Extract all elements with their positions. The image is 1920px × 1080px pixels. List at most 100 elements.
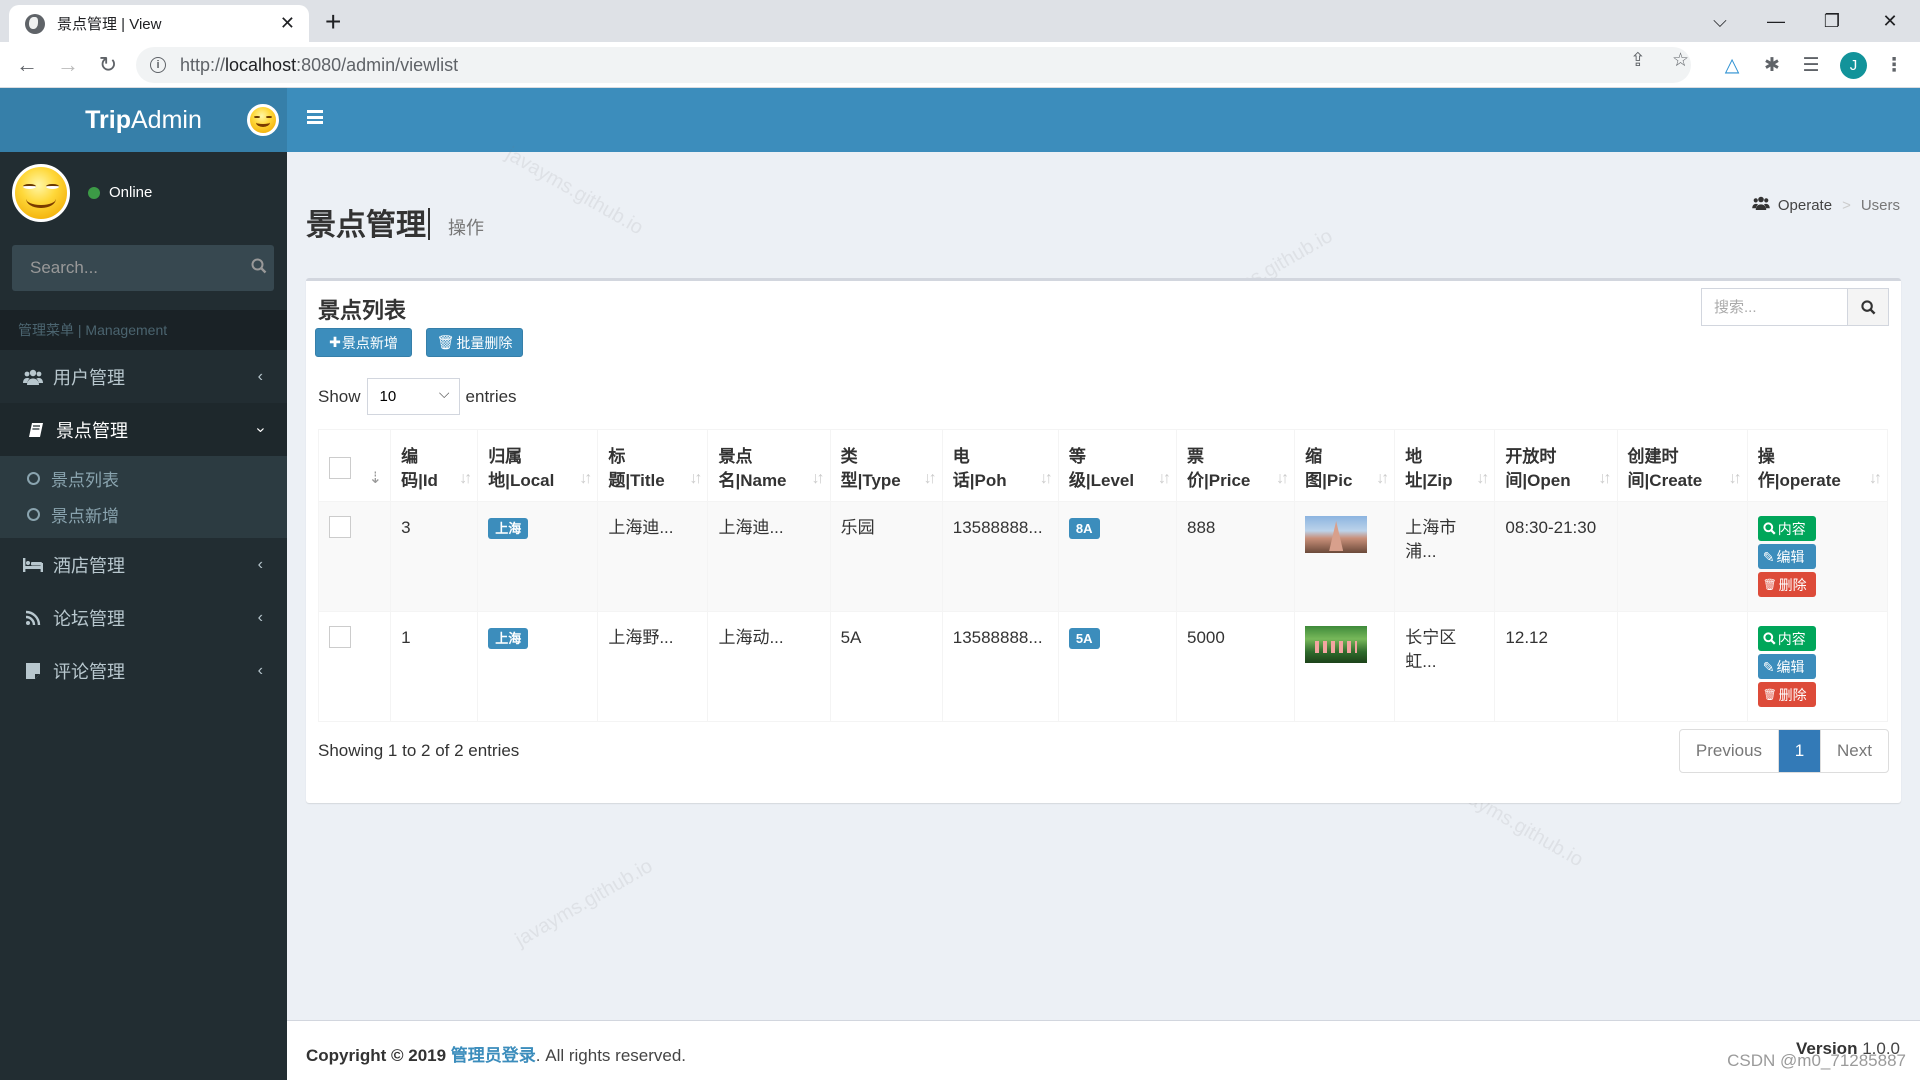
table-row: 1 上海 上海野... 上海动... 5A 13588888... 5A 5000 长宁区 虹..…: [317, 611, 1889, 722]
sort-icon[interactable]: ↓↑: [1599, 467, 1612, 491]
column-header[interactable]: 景点 名|Name ↓↑: [707, 429, 831, 502]
sort-icon[interactable]: ↓↑: [1276, 467, 1289, 491]
trash-icon: 🗑: [1762, 688, 1777, 701]
cell-title: 上海野...: [608, 628, 674, 647]
edit-button[interactable]: ✎ 编辑: [1757, 544, 1816, 569]
profile-avatar[interactable]: J: [1840, 52, 1867, 79]
sort-icon[interactable]: ↓↑: [579, 467, 592, 491]
media-queue-icon[interactable]: ☰: [1798, 52, 1824, 78]
sidebar-menu: 用户管理 ‹ 景点管理 ‹ 景点列表 景点新增 酒店管理 ‹ 论坛管理 ‹ 评论…: [0, 350, 287, 697]
edit-icon: ✎: [1762, 548, 1775, 565]
search-icon[interactable]: [251, 258, 267, 279]
url-text: http://localhost:8080/admin/viewlist: [180, 54, 459, 75]
site-info-icon[interactable]: i: [150, 57, 166, 73]
browser-menu-icon[interactable]: ⋮: [1881, 52, 1907, 78]
sort-icon[interactable]: ⇣: [369, 467, 382, 491]
cell-type: 乐园: [840, 518, 875, 537]
page-length-select[interactable]: 10: [366, 378, 460, 415]
sort-icon[interactable]: ↓↑: [459, 467, 472, 491]
watermark: javayms.github.io: [511, 854, 657, 952]
circle-icon: [27, 471, 40, 485]
table-info: Showing 1 to 2 of 2 entries: [318, 741, 520, 760]
share-icon[interactable]: ⇪: [1630, 49, 1646, 72]
page-1-button[interactable]: 1: [1778, 730, 1821, 772]
restore-button[interactable]: ❐: [1804, 4, 1860, 38]
column-header[interactable]: 电话|Poh ↓↑: [941, 429, 1059, 502]
previous-page-button[interactable]: Previous: [1680, 730, 1778, 772]
select-all-header: ⇣: [317, 429, 392, 502]
breadcrumb-home-link[interactable]: Operate: [1778, 197, 1832, 214]
column-header[interactable]: 类型|Type ↓↑: [829, 429, 943, 502]
thumbnail-image[interactable]: [1305, 516, 1368, 553]
close-window-button[interactable]: ✕: [1862, 4, 1918, 38]
delete-button[interactable]: 🗑 删除: [1757, 572, 1816, 597]
add-scenic-button[interactable]: ✚ 景点新增: [315, 328, 412, 357]
view-button[interactable]: 内容: [1757, 626, 1816, 651]
online-dot-icon: [88, 186, 100, 199]
user-panel: Online: [12, 164, 282, 224]
column-header[interactable]: 编码|Id ↓↑: [390, 429, 479, 502]
column-header[interactable]: 标题|Title ↓↑: [597, 429, 709, 502]
back-button[interactable]: ←: [12, 50, 42, 80]
chevron-left-icon: ‹: [257, 555, 263, 573]
user-avatar-top[interactable]: [247, 104, 279, 136]
column-header[interactable]: 等级|Level ↓↑: [1057, 429, 1178, 502]
forward-button[interactable]: →: [53, 50, 83, 80]
sidebar-item-users[interactable]: 用户管理 ‹: [0, 350, 287, 403]
thumbnail-image[interactable]: [1305, 626, 1368, 663]
sort-icon[interactable]: ↓↑: [1869, 467, 1882, 491]
sidebar-item-scenic[interactable]: 景点管理 ‹: [0, 403, 287, 456]
sort-icon[interactable]: ↓↑: [1040, 467, 1053, 491]
sidebar-toggle-icon[interactable]: [307, 110, 323, 124]
row-actions: 内容 ✎ 编辑 🗑 删除: [1757, 626, 1877, 707]
reload-button[interactable]: ↻: [93, 50, 123, 80]
column-header[interactable]: 操作|operate ↓↑: [1746, 429, 1889, 502]
bookmark-star-icon[interactable]: ☆: [1672, 49, 1689, 72]
sidebar-search-input[interactable]: [30, 258, 251, 278]
row-checkbox[interactable]: [329, 626, 351, 648]
admin-login-link[interactable]: 管理员登录: [451, 1046, 536, 1065]
sidebar-item-hotel[interactable]: 酒店管理 ‹: [0, 538, 287, 591]
next-page-button[interactable]: Next: [1820, 730, 1888, 772]
table-search-input[interactable]: [1701, 288, 1847, 326]
cell-type: 5A: [840, 628, 862, 647]
sort-icon[interactable]: ↓↑: [1376, 467, 1389, 491]
sidebar-subitem-scenic-add[interactable]: 景点新增: [0, 496, 287, 532]
pagination: Previous 1 Next: [1678, 729, 1889, 773]
sort-icon[interactable]: ↓↑: [924, 467, 937, 491]
row-checkbox[interactable]: [329, 516, 351, 538]
sort-icon[interactable]: ↓↑: [1476, 467, 1489, 491]
sort-icon[interactable]: ↓↑: [1729, 467, 1742, 491]
delete-button[interactable]: 🗑 删除: [1757, 682, 1816, 707]
column-header[interactable]: 创建时 间|Create ↓↑: [1616, 429, 1748, 502]
sort-icon[interactable]: ↓↑: [812, 467, 825, 491]
column-header[interactable]: 缩图|Pic ↓↑: [1294, 429, 1396, 502]
sort-icon[interactable]: ↓↑: [689, 467, 702, 491]
edit-button[interactable]: ✎ 编辑: [1757, 654, 1816, 679]
cell-price: 5000: [1187, 628, 1225, 647]
new-tab-button[interactable]: +: [325, 6, 341, 38]
app-logo[interactable]: Trip Admin: [0, 88, 287, 152]
sort-icon[interactable]: ↓↑: [1158, 467, 1171, 491]
sidebar-item-comments[interactable]: 评论管理 ‹: [0, 644, 287, 697]
browser-tab[interactable]: 景点管理 | View ✕: [9, 5, 309, 42]
tab-search-chevron-icon[interactable]: ⌵: [1692, 4, 1748, 38]
view-button[interactable]: 内容: [1757, 516, 1816, 541]
search-icon: [1860, 299, 1875, 314]
column-header[interactable]: 票价|Price ↓↑: [1176, 429, 1296, 502]
column-header[interactable]: 归属 地|Local ↓↑: [477, 429, 599, 502]
edit-icon: ✎: [1762, 658, 1775, 675]
extensions-puzzle-icon[interactable]: ✱: [1759, 52, 1785, 78]
column-header[interactable]: 地址|Zip ↓↑: [1394, 429, 1496, 502]
sidebar-item-forum[interactable]: 论坛管理 ‹: [0, 591, 287, 644]
address-bar[interactable]: i http://localhost:8080/admin/viewlist: [136, 47, 1691, 83]
close-tab-icon[interactable]: ✕: [280, 13, 295, 34]
table-search-button[interactable]: [1847, 288, 1889, 326]
local-badge: 上海: [488, 518, 529, 539]
select-all-checkbox[interactable]: [329, 457, 351, 479]
batch-delete-button[interactable]: 🗑 批量删除: [426, 328, 523, 357]
extension-graph-icon[interactable]: △: [1719, 52, 1745, 78]
column-header[interactable]: 开放时 间|Open ↓↑: [1494, 429, 1618, 502]
minimize-button[interactable]: —: [1748, 4, 1804, 38]
sidebar-subitem-scenic-list[interactable]: 景点列表: [0, 460, 287, 496]
